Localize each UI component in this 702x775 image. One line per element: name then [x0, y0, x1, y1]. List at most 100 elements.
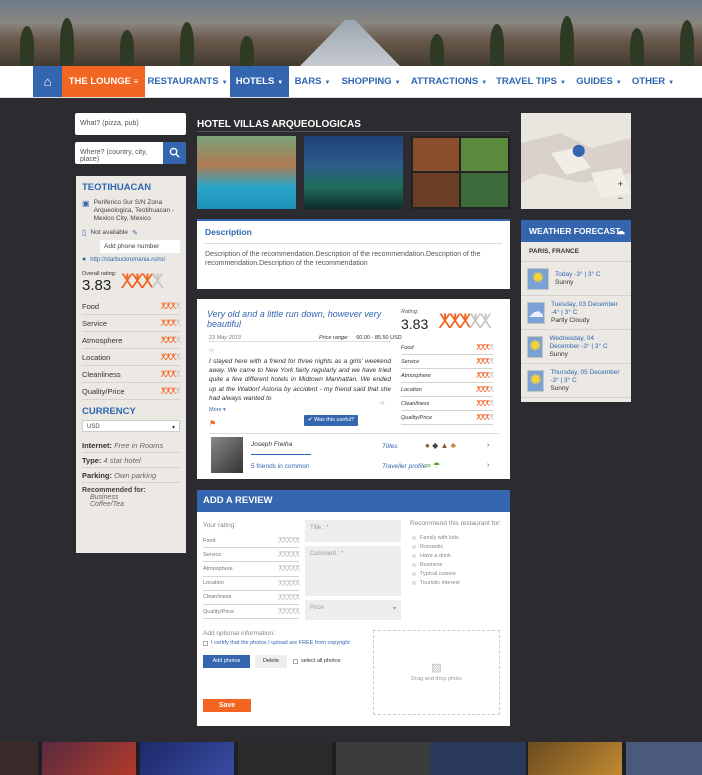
rating-people[interactable]: ⵅⵅⵅⵅⵅ — [278, 607, 300, 616]
add-rating-row[interactable]: Cleanliness ⵅⵅⵅⵅⵅ — [203, 591, 300, 605]
nav-label: BARS — [294, 76, 322, 87]
description-title: Description — [205, 227, 502, 244]
price-select[interactable]: Price ▾ — [305, 600, 401, 620]
rating-people[interactable]: ⵅⵅⵅⵅⵅ — [278, 550, 300, 559]
sun-icon: ✹ — [527, 335, 544, 358]
rating-people: ⵅⵅⵅⵅ — [160, 334, 181, 345]
map-pin-icon: ⬤ — [572, 143, 586, 157]
radio-icon — [412, 571, 416, 576]
search-button[interactable] — [163, 142, 186, 164]
cloud-sun-icon: ☁ — [527, 301, 545, 324]
badge-icon: ♣ — [450, 441, 456, 450]
map-roads — [521, 133, 631, 198]
nav-bars[interactable]: BARS ▼ — [289, 66, 336, 97]
comment-input[interactable]: Comment : * — [305, 546, 401, 596]
author-name[interactable]: Joseph Freiha — [251, 441, 292, 448]
add-rating-row[interactable]: Atmosphere ⵅⵅⵅⵅⵅ — [203, 562, 300, 577]
friends-link[interactable]: 5 friends in common — [251, 463, 310, 470]
chevron-right-icon[interactable]: › — [487, 442, 489, 449]
recommend-option-label: Touristic interest — [420, 579, 460, 586]
currency-select[interactable]: USD ▾ — [82, 420, 180, 432]
rating-people[interactable]: ⵅⵅⵅⵅⵅ — [278, 579, 300, 588]
nav-travel-tips[interactable]: TRAVEL TIPS ▼ — [492, 66, 570, 97]
gallery-thumb[interactable] — [430, 742, 526, 775]
chevron-right-icon[interactable]: › — [487, 462, 489, 469]
rating-people[interactable]: ⵅⵅⵅⵅⵅ — [278, 593, 300, 602]
gallery-thumb[interactable] — [0, 742, 38, 775]
gallery-thumb[interactable] — [140, 742, 234, 775]
save-button[interactable]: Save — [203, 699, 251, 712]
recommend-option[interactable]: Family with kids — [412, 533, 460, 542]
zoom-in-icon[interactable]: + — [618, 179, 623, 189]
hotel-photo[interactable] — [197, 136, 296, 209]
what-search-input[interactable]: What? (pizza, pub) — [75, 113, 186, 135]
rating-people: ⵅⵅⵅⵅ — [476, 399, 494, 408]
parking-row: Parking: Own parking — [82, 468, 180, 483]
rating-label: Location — [203, 580, 224, 587]
rating-label: Quality/Price — [401, 414, 433, 421]
nav-attractions[interactable]: ATTRACTIONS ▼ — [406, 66, 492, 97]
nav-label: RESTAURANTS — [147, 76, 219, 87]
photo-dropzone[interactable]: ▨ Drag and drop photo — [373, 630, 500, 715]
recommend-option[interactable]: Have a drink — [412, 551, 460, 560]
add-photos-button[interactable]: Add photos — [203, 655, 250, 668]
optional-label: Add optional information: — [203, 630, 275, 637]
weather-temp: -3° | 3° C — [550, 376, 577, 384]
add-rating-row[interactable]: Location ⵅⵅⵅⵅⵅ — [203, 577, 300, 591]
hotel-photo[interactable] — [304, 136, 403, 209]
add-rating-row[interactable]: Food ⵅⵅⵅⵅⵅ — [203, 534, 300, 549]
rating-label: Quality/Price — [82, 386, 125, 396]
description-panel: Description Description of the recommend… — [197, 219, 510, 289]
flag-icon[interactable]: ⚑ — [209, 419, 216, 428]
side-ratings: Food ⵅⵅⵅⵅ Service ⵅⵅⵅⵅ Atmosphere ⵅⵅⵅⵅ Locatio… — [82, 298, 181, 400]
avatar[interactable] — [211, 437, 243, 473]
recommend-label: Recommend this restaurant for: — [410, 520, 502, 527]
nav-lounge[interactable]: THE LOUNGE ≡ — [62, 66, 145, 97]
rating-people[interactable]: ⵅⵅⵅⵅⵅ — [278, 536, 300, 545]
radio-icon — [412, 535, 416, 540]
review-title[interactable]: Very old and a little run down, however … — [207, 309, 387, 329]
map[interactable]: ⬤ + − — [521, 113, 631, 209]
more-link[interactable]: More ▾ — [209, 407, 226, 413]
zoom-out-icon[interactable]: − — [618, 193, 623, 203]
radio-icon — [412, 544, 416, 549]
recommend-option[interactable]: Touristic interest — [412, 578, 460, 587]
rating-people[interactable]: ⵅⵅⵅⵅⵅ — [278, 564, 300, 573]
review-rating-row: Atmosphere ⵅⵅⵅⵅ — [401, 369, 494, 383]
add-rating-row[interactable]: Quality/Price ⵅⵅⵅⵅⵅ — [203, 605, 300, 620]
rating-label: Service — [82, 318, 108, 328]
nav-guides[interactable]: GUIDES ▼ — [570, 66, 628, 97]
nav-other[interactable]: OTHER ▼ — [628, 66, 678, 97]
website-link[interactable]: http://starbuckromania.ro/ro/ — [90, 257, 165, 263]
gallery-thumb[interactable] — [42, 742, 136, 775]
recommend-list: Family with kids Romantic Have a drink Busi… — [412, 533, 460, 587]
gallery-thumb[interactable] — [238, 742, 332, 775]
select-all-checkbox[interactable]: select all photos — [293, 658, 340, 664]
nav-label: GUIDES — [576, 76, 613, 87]
where-search-input[interactable]: Where? (country, city, place) — [75, 142, 163, 164]
gallery-thumb[interactable] — [336, 742, 430, 775]
nav-shopping[interactable]: SHOPPING ▼ — [336, 66, 406, 97]
weather-desc: Sunny — [555, 278, 574, 286]
delete-button[interactable]: Delete — [255, 655, 287, 668]
hotel-photo-grid[interactable] — [411, 136, 510, 209]
nav-hotels[interactable]: HOTELS ▼ — [230, 66, 289, 97]
nav-restaurants[interactable]: RESTAURANTS ▼ — [145, 66, 230, 97]
recommend-option[interactable]: Business — [412, 560, 460, 569]
certify-checkbox[interactable]: I certify that the photos I upload are F… — [203, 640, 350, 646]
home-icon[interactable]: ⌂ — [33, 66, 62, 97]
building-icon: ▣ — [82, 199, 90, 208]
edit-icon[interactable]: ✎ — [132, 229, 138, 237]
checkbox-icon — [203, 640, 208, 646]
useful-button[interactable]: ✔ Was this useful? — [304, 415, 358, 426]
sun-icon: ✹ — [527, 267, 549, 290]
title-input[interactable]: Title : * — [305, 520, 401, 542]
rating-label: Atmosphere — [82, 335, 123, 345]
recommend-option[interactable]: Romantic — [412, 542, 460, 551]
gallery-thumb[interactable] — [528, 742, 622, 775]
phone-input[interactable]: Add phone number — [100, 240, 180, 253]
add-rating-row[interactable]: Service ⵅⵅⵅⵅⵅ — [203, 548, 300, 563]
gallery-thumb[interactable] — [626, 742, 702, 775]
recommend-option[interactable]: Typical cuisine — [412, 569, 460, 578]
rating-label: Food — [82, 301, 100, 311]
